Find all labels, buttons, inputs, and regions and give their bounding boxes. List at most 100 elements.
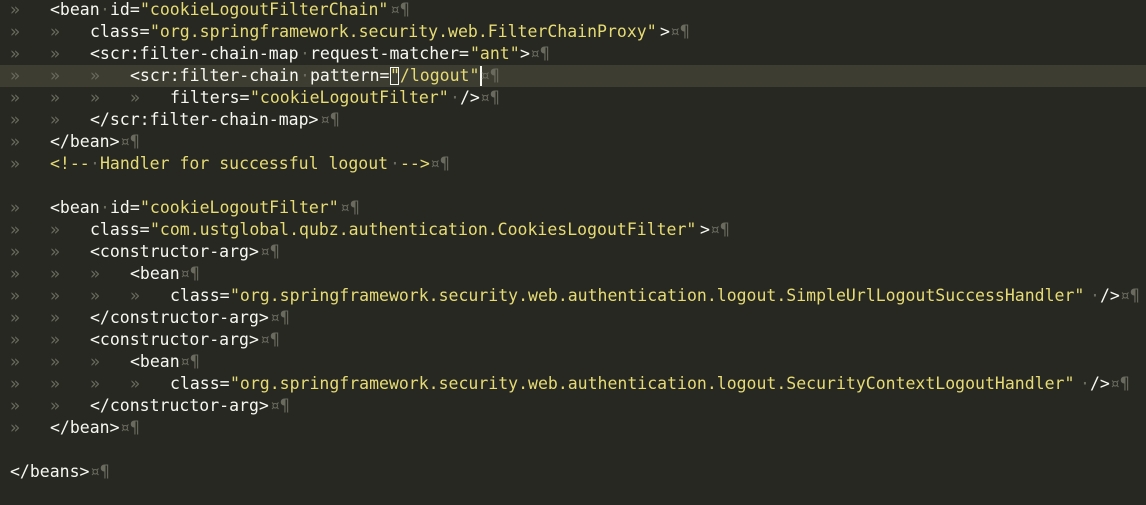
tab-marker: » [10,110,20,129]
tab-marker: » [10,198,20,217]
tab-marker: » [10,242,20,261]
xml-tag: </beans> [10,462,90,481]
xml-attribute: filters= [170,88,250,107]
xml-attribute: pattern= [310,66,390,85]
space-marker: · [390,154,400,173]
code-line[interactable]: » » » <bean ¤¶ [0,263,1146,285]
code-line[interactable]: » » class= "org.springframework.security.we… [0,21,1146,43]
space-marker: · [450,88,460,107]
code-line[interactable]: » » » » class= "org.springframework.security.… [0,285,1146,307]
code-line[interactable]: » <bean · id= "cookieLogoutFilter" ¤¶ [0,197,1146,219]
tab-marker: » [10,264,20,283]
code-line[interactable]: » » class= "com.ustglobal.qubz.authenticati… [0,219,1146,241]
space-marker: · [1090,286,1100,305]
code-line[interactable]: » » </constructor-arg> ¤¶ [0,395,1146,417]
code-line[interactable]: </beans> ¤¶ [0,461,1146,483]
code-line[interactable]: » » </scr:filter-chain-map> ¤¶ [0,109,1146,131]
tab-marker: » [10,22,20,41]
code-line[interactable]: » » <constructor-arg> ¤¶ [0,241,1146,263]
code-line[interactable]: » » » » class= "org.springframework.security.… [0,373,1146,395]
xml-attribute-value: "/logout" [390,66,480,85]
tab-marker: » [90,352,100,371]
code-line[interactable]: » » <constructor-arg> ¤¶ [0,329,1146,351]
eol-marker: ¤¶ [180,264,200,283]
xml-tag: <constructor-arg> [90,242,259,261]
space-marker: · [100,0,110,19]
tab-marker: » [50,396,60,415]
tab-marker: » [50,220,60,239]
code-line[interactable]: » </bean> ¤¶ [0,417,1146,439]
tab-marker: » [10,154,20,173]
xml-tag-end: /> [1090,374,1110,393]
code-line[interactable]: » » </constructor-arg> ¤¶ [0,307,1146,329]
tab-marker: » [90,286,100,305]
eol-marker: ¤¶ [270,396,290,415]
tab-marker: » [50,286,60,305]
code-line[interactable] [0,439,1146,461]
tab-marker: » [50,352,60,371]
space-marker: · [1080,374,1090,393]
xml-attribute-value: "cookieLogoutFilter" [250,88,449,107]
code-line[interactable]: » </bean> ¤¶ [0,131,1146,153]
eol-marker: ¤¶ [480,66,500,85]
tab-marker: » [50,22,60,41]
xml-attribute-value: "org.springframework.security.web.authen… [230,286,1085,305]
tab-marker: » [10,220,20,239]
xml-tag-end: > [660,22,670,41]
tab-marker: » [130,374,140,393]
xml-tag: </constructor-arg> [90,308,269,327]
tab-marker: » [10,396,20,415]
code-editor[interactable]: » <bean · id= "cookieLogoutFilterChain" ¤¶»» c… [0,0,1146,505]
tab-marker: » [10,374,20,393]
code-line[interactable] [0,175,1146,197]
tab-marker: » [90,88,100,107]
tab-marker: » [10,308,20,327]
eol-marker: ¤¶ [390,0,410,19]
tab-marker: » [10,132,20,151]
eol-marker: ¤¶ [320,110,340,129]
xml-tag-end: /> [460,88,480,107]
code-line[interactable]: » » » <bean ¤¶ [0,351,1146,373]
eol-marker: ¤¶ [90,462,110,481]
tab-marker: » [130,286,140,305]
eol-marker: ¤¶ [120,418,140,437]
eol-marker: ¤¶ [1110,374,1130,393]
xml-attribute-value: "org.springframework.security.web.authen… [230,374,1075,393]
code-line[interactable]: » <bean · id= "cookieLogoutFilterChain" ¤¶ [0,0,1146,21]
xml-tag-end: > [520,44,530,63]
xml-attribute: class= [170,374,230,393]
tab-marker: » [90,374,100,393]
xml-attribute: class= [90,220,150,239]
xml-attribute-value: "com.ustglobal.qubz.authentication.Cooki… [150,220,697,239]
code-line[interactable]: » » » » filters= "cookieLogoutFilter" ·/> ¤¶ [0,87,1146,109]
tab-marker: » [50,66,60,85]
code-line-current[interactable]: » » » <scr:filter-chain · pattern= "/logout" ¤¶ [0,65,1146,87]
xml-attribute: request-matcher= [310,44,469,63]
xml-tag: <bean [50,198,100,217]
xml-attribute-value: "org.springframework.security.web.Filter… [150,22,657,41]
space-marker: · [90,154,100,173]
eol-marker: ¤¶ [260,330,280,349]
xml-tag: <scr:filter-chain-map [90,44,299,63]
tab-marker: » [50,44,60,63]
xml-tag: </constructor-arg> [90,396,269,415]
tab-marker: » [50,242,60,261]
code-line[interactable]: » » <scr:filter-chain-map · request-matcher=… [0,43,1146,65]
xml-attribute: id= [110,198,140,217]
tab-marker: » [10,418,20,437]
comment-open: <!-- [50,154,90,173]
xml-tag-end: > [700,220,710,239]
xml-attribute: class= [90,22,150,41]
code-line[interactable]: » <!-- · Handler for successful logout · --> ¤… [0,153,1146,175]
tab-marker: » [10,286,20,305]
tab-marker: » [10,330,20,349]
tab-marker: » [50,374,60,393]
tab-marker: » [90,264,100,283]
xml-attribute-value: "ant" [470,44,520,63]
eol-marker: ¤¶ [340,198,360,217]
xml-tag: <bean [130,264,180,283]
space-marker: · [300,66,310,85]
eol-marker: ¤¶ [1120,286,1140,305]
eol-marker: ¤¶ [480,88,500,107]
xml-tag: </bean> [50,132,120,151]
